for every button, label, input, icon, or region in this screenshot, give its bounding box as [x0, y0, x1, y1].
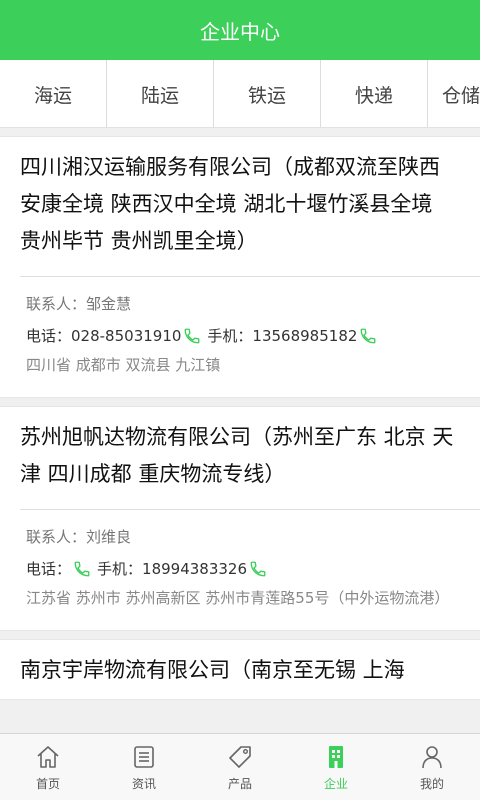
company-info: 联系人： 刘维良 电话： 手机： 18994383326 江苏省 苏州市 苏州高… [0, 510, 480, 630]
nav-enterprise[interactable]: 企业 [288, 734, 384, 800]
tab-express[interactable]: 快递 [321, 60, 428, 127]
building-icon [329, 745, 343, 768]
mobile-call-icon[interactable] [249, 560, 267, 578]
address-row: 四川省 成都市 双流县 九江镇 [26, 355, 460, 375]
mobile-label: 手机： [97, 560, 143, 578]
app-root: 企业中心 海运 陆运 铁运 快递 仓储 四川湘汉运输服务有限公司（成都双流至陕西… [0, 0, 480, 800]
address-text: 江苏省 苏州市 苏州高新区 苏州市青莲路55号（中外运物流港） [26, 589, 450, 607]
contact-row: 联系人： 刘维良 [26, 524, 460, 550]
phone-call-icon[interactable] [73, 560, 91, 578]
tab-warehouse[interactable]: 仓储 [428, 60, 480, 127]
contact-row: 联系人： 邹金慧 [26, 291, 460, 317]
contact-name: 刘维良 [86, 528, 132, 546]
page-title: 企业中心 [200, 19, 280, 44]
contact-label: 联系人： [26, 295, 87, 313]
nav-home[interactable]: 首页 [0, 734, 96, 800]
user-icon [422, 745, 442, 768]
mobile-number[interactable]: 13568985182 [252, 323, 357, 349]
bottom-nav: 首页 资讯 产品 企业 我的 [0, 733, 480, 800]
phone-label: 电话： [26, 560, 72, 578]
contact-name: 邹金慧 [86, 295, 132, 313]
nav-products[interactable]: 产品 [192, 734, 288, 800]
phone-row: 电话： 手机： 18994383326 [26, 556, 460, 582]
company-list: 四川湘汉运输服务有限公司（成都双流至陕西安康全境 陕西汉中全境 湖北十堰竹溪县全… [0, 136, 480, 733]
phone-row: 电话： 028-85031910 手机： 13568985182 [26, 323, 460, 349]
mobile-number[interactable]: 18994383326 [142, 556, 247, 582]
tab-rail[interactable]: 铁运 [214, 60, 321, 127]
mobile-label: 手机： [207, 327, 253, 345]
company-card[interactable]: 南京宇岸物流有限公司（南京至无锡 上海 [0, 639, 480, 700]
header-bar: 企业中心 [0, 0, 480, 60]
nav-profile[interactable]: 我的 [384, 734, 480, 800]
nav-profile-label: 我的 [419, 776, 444, 791]
phone-label: 电话： [26, 327, 72, 345]
nav-home-label: 首页 [35, 776, 60, 791]
home-icon [37, 745, 59, 768]
contact-label: 联系人： [26, 528, 87, 546]
mobile-call-icon[interactable] [359, 327, 377, 345]
company-name[interactable]: 南京宇岸物流有限公司（南京至无锡 上海 [0, 640, 480, 699]
address-text: 四川省 成都市 双流县 九江镇 [26, 356, 221, 374]
address-row: 江苏省 苏州市 苏州高新区 苏州市青莲路55号（中外运物流港） [26, 588, 460, 608]
company-name[interactable]: 四川湘汉运输服务有限公司（成都双流至陕西安康全境 陕西汉中全境 湖北十堰竹溪县全… [0, 137, 480, 270]
phone-number[interactable]: 028-85031910 [71, 323, 181, 349]
company-card[interactable]: 四川湘汉运输服务有限公司（成都双流至陕西安康全境 陕西汉中全境 湖北十堰竹溪县全… [0, 136, 480, 398]
nav-news-label: 资讯 [131, 776, 156, 791]
company-name[interactable]: 苏州旭帆达物流有限公司（苏州至广东 北京 天津 四川成都 重庆物流专线） [0, 407, 480, 503]
phone-call-icon[interactable] [183, 327, 201, 345]
tab-sea[interactable]: 海运 [0, 60, 107, 127]
category-tabs: 海运 陆运 铁运 快递 仓储 [0, 60, 480, 128]
news-icon [134, 745, 154, 768]
nav-news[interactable]: 资讯 [96, 734, 192, 800]
tag-icon [229, 745, 251, 768]
nav-products-label: 产品 [227, 776, 252, 791]
company-info: 联系人： 邹金慧 电话： 028-85031910 手机： 1356898518… [0, 277, 480, 397]
tab-land[interactable]: 陆运 [107, 60, 214, 127]
company-card[interactable]: 苏州旭帆达物流有限公司（苏州至广东 北京 天津 四川成都 重庆物流专线） 联系人… [0, 406, 480, 631]
nav-enterprise-label: 企业 [323, 776, 348, 791]
